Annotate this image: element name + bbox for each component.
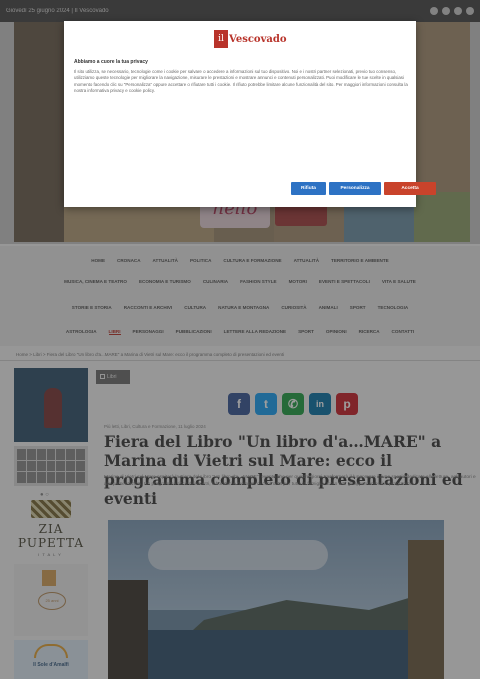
customize-button[interactable]: Personalizza <box>329 182 381 195</box>
consent-heading: Abbiamo a cuore la tua privacy <box>74 59 148 65</box>
site-logo: il Vescovado <box>214 28 287 50</box>
logo-word: Vescovado <box>229 33 287 45</box>
page: Giovedì 25 giugno 2024 | Il Vescovado he… <box>0 0 480 679</box>
reject-button[interactable]: Rifiuta <box>291 182 326 195</box>
consent-dialog: il Vescovado Abbiamo a cuore la tua priv… <box>64 21 436 207</box>
consent-body: Il sito utilizza, se necessario, tecnolo… <box>74 69 408 94</box>
accept-button[interactable]: Accetta <box>384 182 436 195</box>
logo-mark: il <box>214 30 228 48</box>
